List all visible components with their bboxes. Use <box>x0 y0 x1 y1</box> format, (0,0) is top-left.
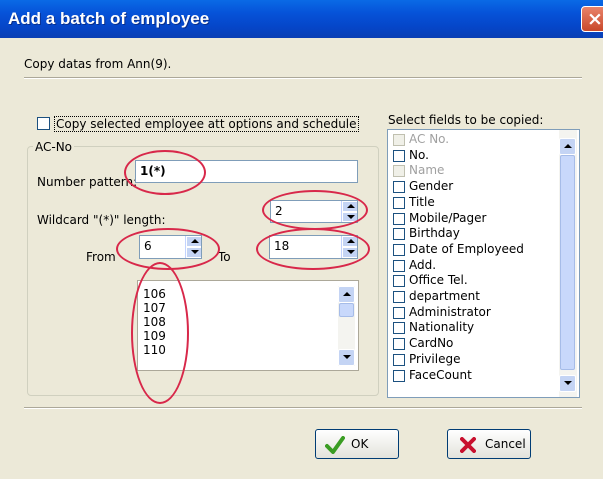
field-checkbox[interactable] <box>393 228 405 241</box>
field-item[interactable]: CardNo <box>393 336 553 351</box>
acno-group-title: AC-No <box>33 140 75 154</box>
field-item[interactable]: Privilege <box>393 352 553 367</box>
field-checkbox[interactable] <box>393 306 405 319</box>
field-checkbox[interactable] <box>393 165 405 178</box>
field-label: department <box>409 289 480 303</box>
scroll-down-button[interactable] <box>338 349 355 366</box>
scroll-thumb[interactable] <box>560 155 575 370</box>
field-label: Date of Employeed <box>409 241 524 256</box>
title-bar[interactable]: Add a batch of employee × <box>0 0 603 38</box>
field-label: Mobile/Pager <box>409 210 487 225</box>
field-checkbox[interactable] <box>393 338 405 351</box>
field-label: Nationality <box>409 320 475 335</box>
field-checkbox[interactable] <box>393 291 405 303</box>
close-icon: × <box>587 8 603 30</box>
field-checkbox[interactable] <box>393 149 405 162</box>
field-label: Office Tel. <box>409 273 468 288</box>
annotation-ring-list <box>131 262 189 404</box>
field-item[interactable]: department <box>393 289 553 304</box>
field-label: Title <box>409 194 435 209</box>
field-item[interactable]: Date of Employeed <box>393 242 553 257</box>
annotation-ring-wildcard <box>262 190 368 230</box>
field-label: Privilege <box>409 351 461 366</box>
field-checkbox[interactable] <box>393 243 405 256</box>
field-checkbox[interactable] <box>393 322 405 335</box>
field-label: Add. <box>409 257 437 272</box>
field-item[interactable]: Title <box>393 195 553 210</box>
cancel-button-label: Cancel <box>485 437 526 451</box>
fields-scrollbar[interactable] <box>559 130 577 397</box>
to-label: To <box>218 250 231 264</box>
window-title: Add a batch of employee <box>8 9 210 28</box>
field-item[interactable]: Add. <box>393 258 553 273</box>
field-label: FaceCount <box>409 367 472 382</box>
field-checkbox[interactable] <box>393 134 405 146</box>
field-checkbox[interactable] <box>393 181 405 194</box>
field-item[interactable]: Administrator <box>393 305 553 320</box>
dialog-window: Add a batch of employee × Copy datas fro… <box>0 0 603 479</box>
field-checkbox[interactable] <box>393 369 405 382</box>
field-item[interactable]: Office Tel. <box>393 273 553 288</box>
field-label: Name <box>409 163 445 178</box>
field-label: No. <box>409 147 429 162</box>
ok-button[interactable]: OK <box>315 429 399 459</box>
wildcard-length-label: Wildcard "(*)" length: <box>37 213 166 227</box>
checkmark-icon <box>325 436 345 454</box>
copy-options-checkbox[interactable] <box>37 117 50 130</box>
field-label: Administrator <box>409 304 491 319</box>
generated-numbers-scrollbar[interactable] <box>338 286 355 366</box>
ok-button-label: OK <box>351 437 369 451</box>
field-item[interactable]: Gender <box>393 179 553 194</box>
annotation-ring-from <box>116 228 220 270</box>
arrow-down-icon <box>564 381 572 385</box>
field-label: AC No. <box>409 132 450 146</box>
arrow-down-icon <box>343 355 351 359</box>
field-checkbox[interactable] <box>393 275 405 288</box>
field-item[interactable]: AC No. <box>393 132 553 147</box>
scroll-down-button[interactable] <box>559 375 576 392</box>
copy-options-label[interactable]: Copy selected employee att options and s… <box>54 116 359 132</box>
scroll-up-button[interactable] <box>559 138 576 155</box>
fields-label: Select fields to be copied: <box>388 113 544 127</box>
x-mark-icon <box>460 437 476 453</box>
number-pattern-label: Number pattern: <box>37 175 138 189</box>
field-label: Birthday <box>409 226 460 241</box>
field-checkbox[interactable] <box>393 196 405 209</box>
copy-from-text: Copy datas from Ann(9). <box>24 57 172 71</box>
field-checkbox[interactable] <box>393 259 405 272</box>
field-item[interactable]: Mobile/Pager <box>393 211 553 226</box>
arrow-up-icon <box>564 144 572 148</box>
field-item[interactable]: FaceCount <box>393 368 553 383</box>
scroll-up-button[interactable] <box>338 286 355 303</box>
from-label: From <box>86 250 116 264</box>
field-item[interactable]: No. <box>393 148 553 163</box>
top-separator-highlight <box>24 78 582 79</box>
field-item[interactable]: Name <box>393 163 553 178</box>
field-item[interactable]: Nationality <box>393 320 553 335</box>
field-checkbox[interactable] <box>393 212 405 225</box>
cancel-button[interactable]: Cancel <box>447 429 531 459</box>
arrow-up-icon <box>343 292 351 296</box>
field-label: Gender <box>409 179 454 194</box>
field-item[interactable]: Birthday <box>393 226 553 241</box>
scroll-thumb[interactable] <box>339 303 354 317</box>
annotation-ring-pattern <box>124 150 206 195</box>
annotation-ring-to <box>256 228 370 270</box>
bottom-separator-highlight <box>24 408 582 409</box>
close-button[interactable]: × <box>581 6 603 32</box>
field-checkbox[interactable] <box>393 353 405 366</box>
field-label: CardNo <box>409 336 454 351</box>
fields-checklist[interactable]: AC No. No. Name Gender Title Mobile/Pager Birt… <box>387 129 580 398</box>
